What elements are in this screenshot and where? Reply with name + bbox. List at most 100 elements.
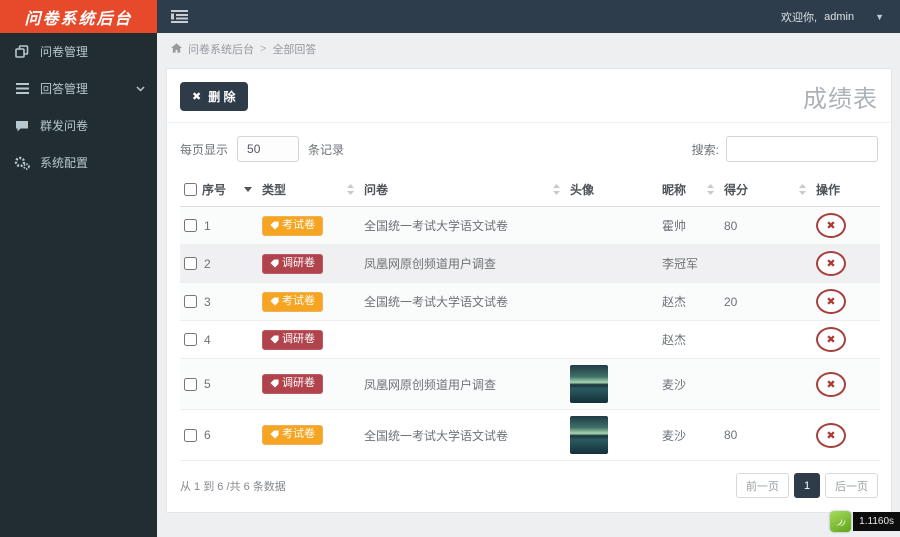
sidebar-item-questionnaire-management[interactable]: 问卷管理 <box>0 33 157 70</box>
table-header-row: 序号 类型 问卷 头像 <box>180 175 880 207</box>
welcome-text: 欢迎你, <box>781 9 817 25</box>
user-menu[interactable]: 欢迎你, admin ▼ <box>781 9 884 25</box>
sidebar-item-label: 问卷管理 <box>40 43 88 60</box>
table-header-cell[interactable]: 得分 <box>720 175 812 207</box>
type-tag-label: 调研卷 <box>282 378 315 389</box>
table-row: 4 调研卷 赵杰 ✖ <box>180 321 880 359</box>
row-index: 1 <box>204 219 211 233</box>
table-wrapper: 序号 类型 问卷 头像 <box>167 175 891 461</box>
sort-desc-icon[interactable] <box>244 187 254 192</box>
table-header-cell[interactable]: 头像 <box>566 175 658 207</box>
delete-row-button[interactable]: ✖ <box>816 251 846 276</box>
breadcrumb-home[interactable]: 问卷系统后台 <box>188 41 254 57</box>
table-header-cell[interactable]: 问卷 <box>360 175 566 207</box>
trace-widget: 1.1160s <box>830 511 900 532</box>
row-index: 3 <box>204 295 211 309</box>
sidebar-item-label: 回答管理 <box>40 80 88 97</box>
column-label: 类型 <box>262 181 286 198</box>
column-label: 头像 <box>570 181 594 198</box>
prev-page-button[interactable]: 前一页 <box>736 473 789 498</box>
breadcrumb: 问卷系统后台 > 全部回答 <box>157 33 900 62</box>
app-logo: 问卷系统后台 <box>0 0 157 33</box>
type-tag-label: 考试卷 <box>282 296 315 307</box>
delete-row-button[interactable]: ✖ <box>816 289 846 314</box>
sort-icon[interactable] <box>347 184 356 195</box>
tag-icon <box>270 430 279 439</box>
type-tag: 调研卷 <box>262 330 323 350</box>
table-header-cell[interactable]: 操作 <box>812 175 880 207</box>
sidebar-item-label: 系统配置 <box>40 154 88 171</box>
row-checkbox[interactable] <box>184 257 197 270</box>
type-tag-label: 调研卷 <box>282 334 315 345</box>
column-label: 序号 <box>202 181 226 198</box>
sort-icon[interactable] <box>553 184 562 195</box>
page-length-select[interactable]: 50 <box>237 136 299 162</box>
column-label: 得分 <box>724 181 748 198</box>
table-header-cell[interactable]: 类型 <box>258 175 360 207</box>
type-tag: 考试卷 <box>262 216 323 236</box>
x-icon: ✖ <box>192 90 201 103</box>
sort-icon[interactable] <box>799 184 808 195</box>
type-tag: 考试卷 <box>262 292 323 312</box>
table-header-cell[interactable]: 昵称 <box>658 175 720 207</box>
next-page-button[interactable]: 后一页 <box>825 473 878 498</box>
type-tag-label: 考试卷 <box>282 220 315 231</box>
delete-row-button[interactable]: ✖ <box>816 213 846 238</box>
sidebar-toggle-icon[interactable] <box>171 10 188 23</box>
sidebar-item-label: 群发问卷 <box>40 117 88 134</box>
search-label: 搜索: <box>692 141 719 158</box>
sidebar-item-answer-management[interactable]: 回答管理 <box>0 70 157 107</box>
row-checkbox[interactable] <box>184 378 197 391</box>
page-length-suffix: 条记录 <box>308 141 344 158</box>
cogs-icon <box>14 156 30 170</box>
delete-button[interactable]: ✖ 删 除 <box>180 82 248 111</box>
row-index: 2 <box>204 257 211 271</box>
tag-icon <box>270 221 279 230</box>
current-page-button[interactable]: 1 <box>794 473 820 498</box>
table-row: 1 考试卷 全国统一考试大学语文试卷 霍帅 80 ✖ <box>180 207 880 245</box>
sidebar-item-broadcast-questionnaire[interactable]: 群发问卷 <box>0 107 157 144</box>
delete-row-button[interactable]: ✖ <box>816 327 846 352</box>
avatar <box>570 365 608 403</box>
app-title: 问卷系统后台 <box>24 5 132 29</box>
table-toolbar: 每页显示 50 条记录 搜索: <box>167 123 891 175</box>
questionnaire-name: 全国统一考试大学语文试卷 <box>364 295 508 309</box>
tag-icon <box>270 335 279 344</box>
row-checkbox[interactable] <box>184 333 197 346</box>
nickname: 李冠军 <box>662 257 698 271</box>
username: admin <box>824 11 854 23</box>
copy-icon <box>14 45 30 58</box>
score: 80 <box>724 219 737 233</box>
sort-icon[interactable] <box>707 184 716 195</box>
chevron-down-icon <box>136 86 145 92</box>
thinkphp-trace-icon[interactable] <box>830 511 851 532</box>
nickname: 霍帅 <box>662 219 686 233</box>
row-checkbox[interactable] <box>184 219 197 232</box>
row-checkbox[interactable] <box>184 429 197 442</box>
type-tag-label: 考试卷 <box>282 429 315 440</box>
tag-icon <box>270 297 279 306</box>
table-row: 5 调研卷 凤凰网原创频道用户调查 麦沙 ✖ <box>180 359 880 410</box>
caret-down-icon: ▼ <box>875 12 884 22</box>
delete-button-label: 删 除 <box>208 88 235 105</box>
breadcrumb-separator: > <box>260 43 266 55</box>
questionnaire-name: 全国统一考试大学语文试卷 <box>364 219 508 233</box>
row-checkbox[interactable] <box>184 295 197 308</box>
trace-time: 1.1160s <box>853 512 900 531</box>
delete-row-button[interactable]: ✖ <box>816 372 846 397</box>
grades-panel: ✖ 删 除 成绩表 每页显示 50 条记录 搜索: <box>166 68 892 513</box>
delete-row-button[interactable]: ✖ <box>816 423 846 448</box>
list-icon <box>14 83 30 94</box>
panel-header: ✖ 删 除 成绩表 <box>167 69 891 123</box>
table-header-cell[interactable]: 序号 <box>180 175 258 207</box>
sidebar-item-system-settings[interactable]: 系统配置 <box>0 144 157 181</box>
screen: 问卷系统后台 欢迎你, admin ▼ 问卷管理 <box>0 0 900 537</box>
questionnaire-name: 凤凰网原创频道用户调查 <box>364 257 496 271</box>
select-all-checkbox[interactable] <box>184 183 197 196</box>
nickname: 赵杰 <box>662 295 686 309</box>
score: 20 <box>724 295 737 309</box>
type-tag: 调研卷 <box>262 374 323 394</box>
breadcrumb-current: 全部回答 <box>272 41 316 57</box>
type-tag: 调研卷 <box>262 254 323 274</box>
search-input[interactable] <box>726 136 878 162</box>
